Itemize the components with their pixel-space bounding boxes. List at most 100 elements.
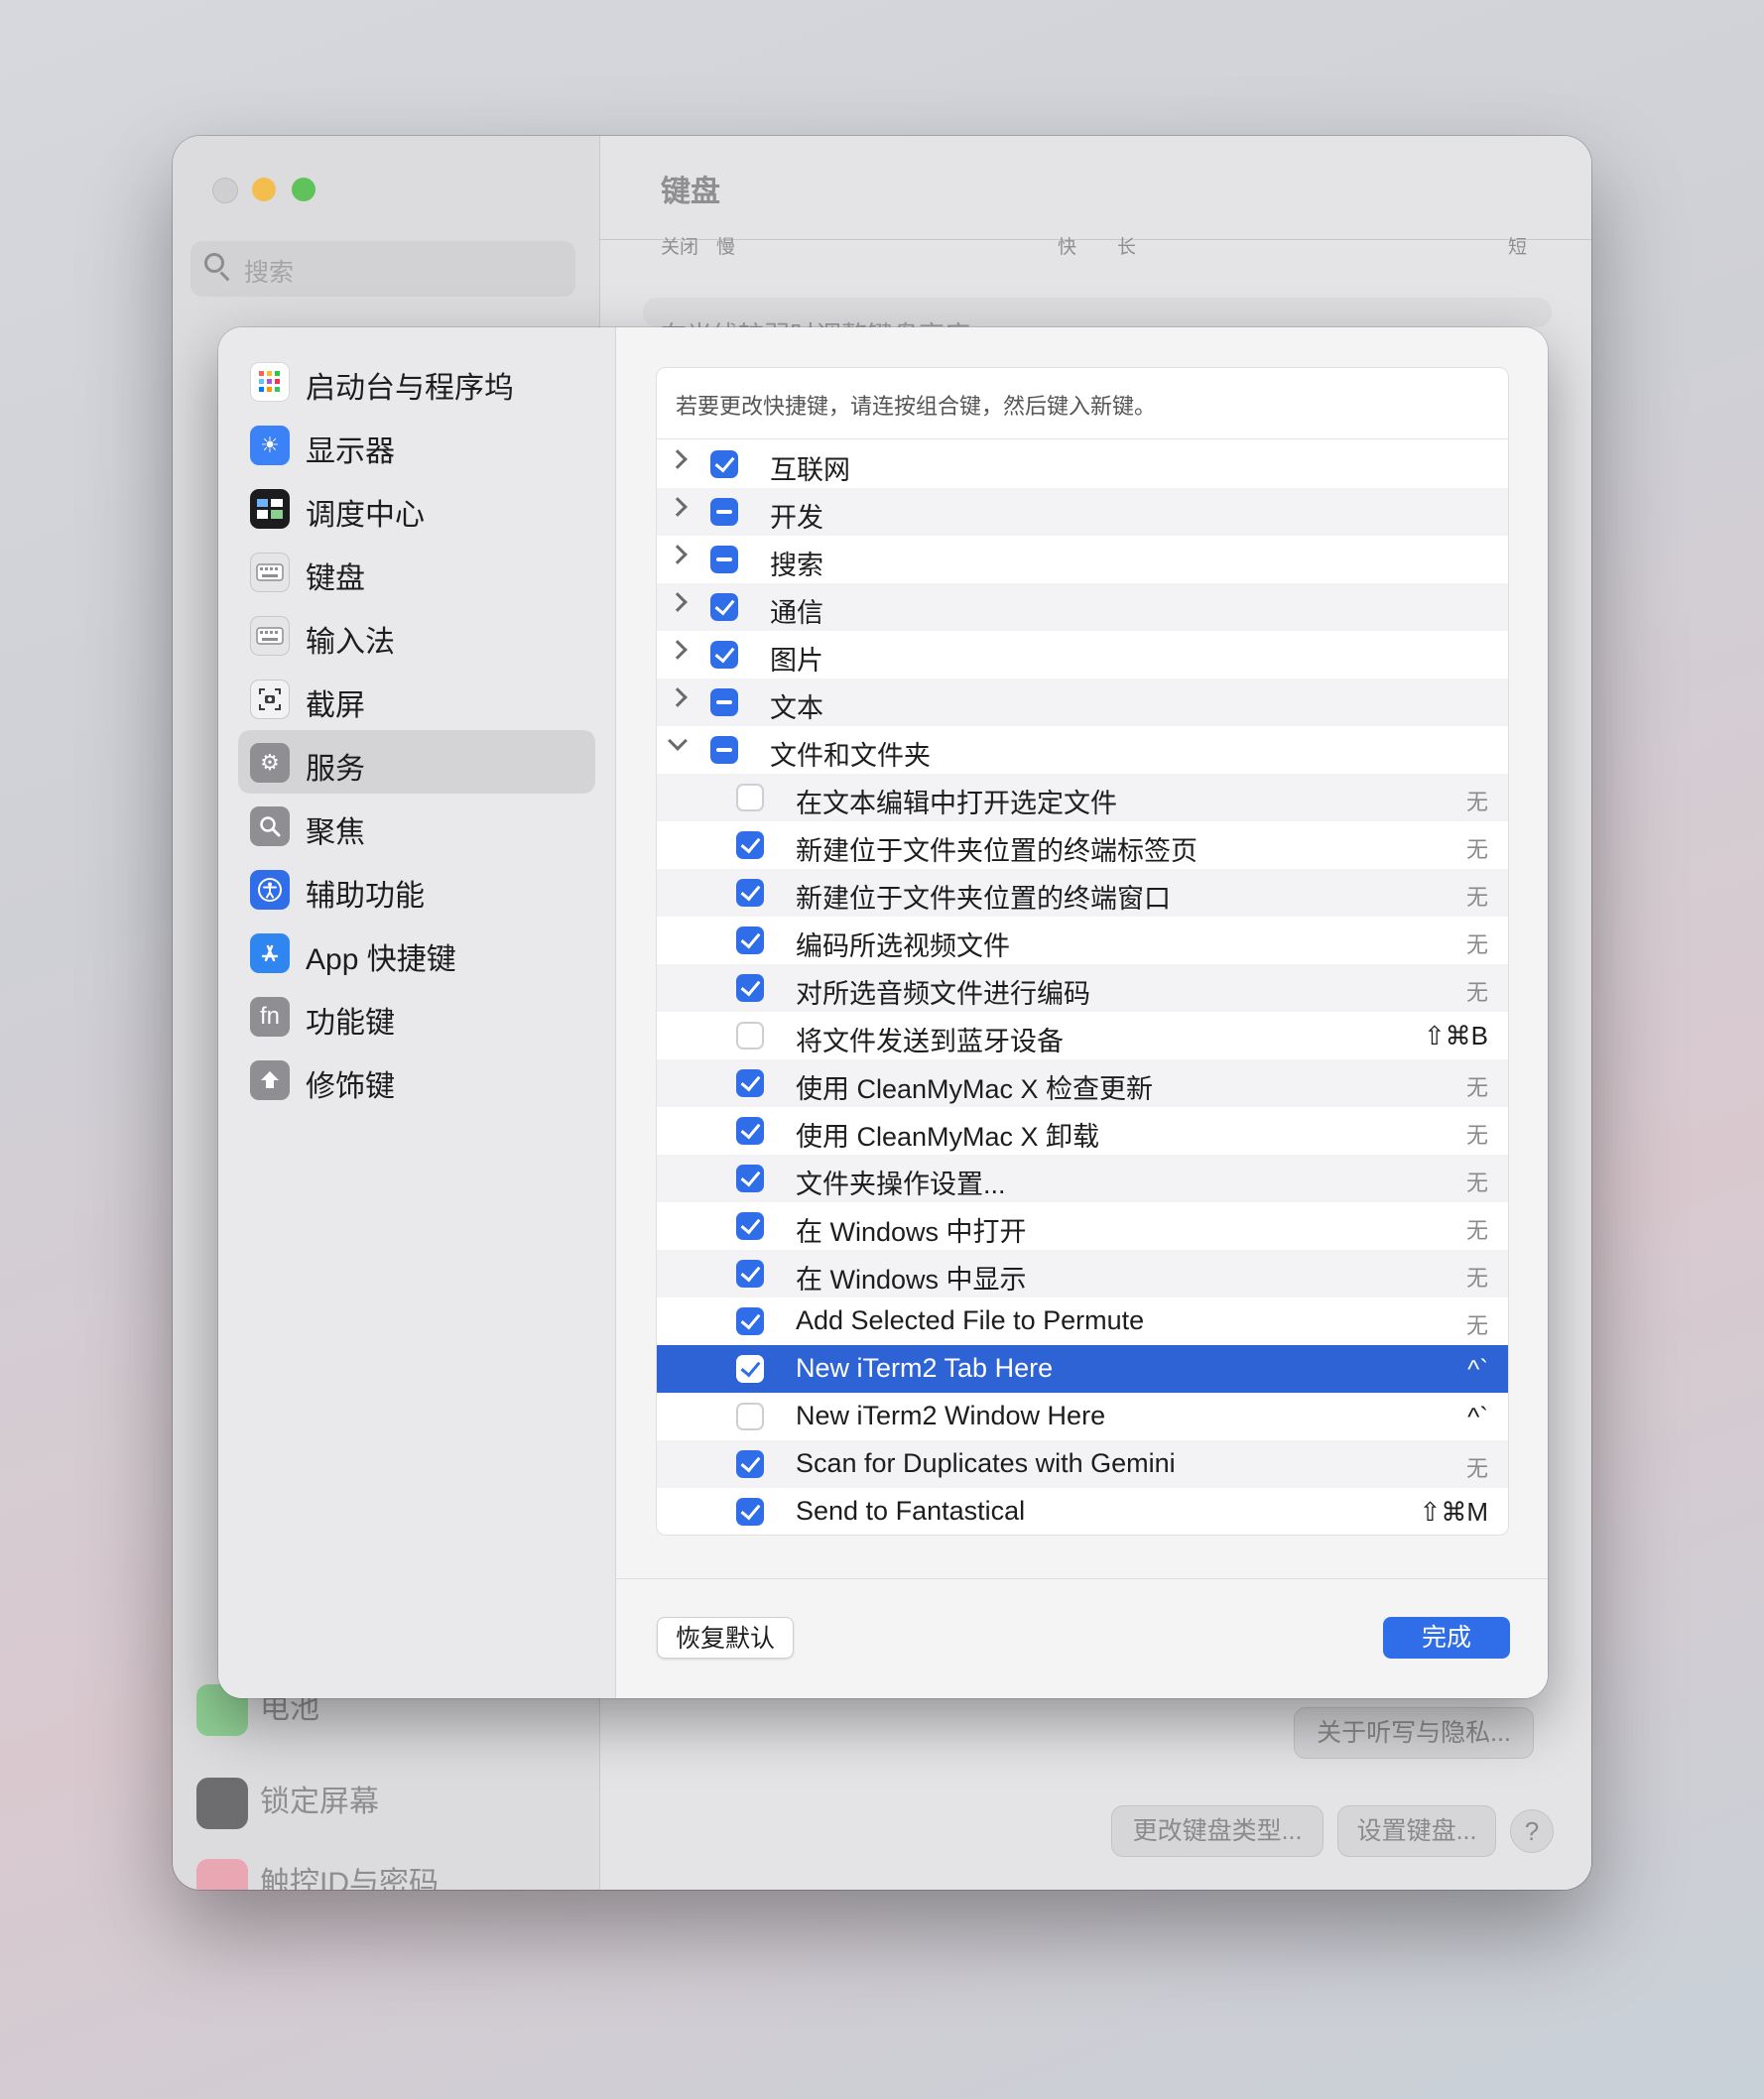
service-checkbox[interactable] xyxy=(736,1403,764,1430)
category-checkbox[interactable] xyxy=(710,641,738,669)
sidebar-item-lock-screen[interactable]: 锁定屏幕 xyxy=(196,1777,379,1830)
sidebar-item-screenshots[interactable]: 截屏 xyxy=(238,667,595,730)
service-checkbox[interactable] xyxy=(736,879,764,907)
sidebar-item-spotlight[interactable]: 聚焦 xyxy=(238,794,595,857)
service-checkbox[interactable] xyxy=(736,1165,764,1192)
category-row[interactable]: 互联网 xyxy=(657,440,1508,488)
launchpad-icon xyxy=(250,362,290,402)
service-checkbox[interactable] xyxy=(736,1450,764,1478)
service-checkbox[interactable] xyxy=(736,1022,764,1050)
shortcut-field[interactable]: ^` xyxy=(1467,1402,1488,1432)
shortcut-field[interactable]: 无 xyxy=(1466,1166,1488,1197)
service-row-selected[interactable]: New iTerm2 Tab Here ^` xyxy=(657,1345,1508,1393)
close-button[interactable] xyxy=(212,178,238,203)
lock-icon xyxy=(196,1778,248,1830)
help-button[interactable]: ? xyxy=(1510,1809,1554,1853)
service-row[interactable]: Send to Fantastical ⇧⌘M xyxy=(657,1488,1508,1536)
shortcut-field[interactable]: 无 xyxy=(1466,1261,1488,1293)
service-row[interactable]: 编码所选视频文件 无 xyxy=(657,917,1508,964)
category-row[interactable]: 文本 xyxy=(657,679,1508,726)
app-store-icon xyxy=(250,933,290,973)
service-checkbox[interactable] xyxy=(736,1212,764,1240)
sidebar-item-function-keys[interactable]: fn 功能键 xyxy=(238,984,595,1048)
service-row[interactable]: 将文件发送到蓝牙设备 ⇧⌘B xyxy=(657,1012,1508,1059)
service-row[interactable]: 在 Windows 中打开 无 xyxy=(657,1202,1508,1250)
zoom-button[interactable] xyxy=(292,178,315,201)
service-row[interactable]: 新建位于文件夹位置的终端标签页 无 xyxy=(657,821,1508,869)
shortcut-field[interactable]: 无 xyxy=(1466,785,1488,816)
category-row[interactable]: 搜索 xyxy=(657,536,1508,583)
screenshot-icon xyxy=(250,679,290,719)
minimize-button[interactable] xyxy=(252,178,276,201)
chevron-right-icon[interactable] xyxy=(668,449,688,469)
chevron-right-icon[interactable] xyxy=(668,497,688,517)
sidebar-item-mission-control[interactable]: 调度中心 xyxy=(238,476,595,540)
sidebar-item-input-sources[interactable]: 输入法 xyxy=(238,603,595,667)
service-row[interactable]: 使用 CleanMyMac X 检查更新 无 xyxy=(657,1059,1508,1107)
service-checkbox[interactable] xyxy=(736,784,764,811)
service-row[interactable]: 新建位于文件夹位置的终端窗口 无 xyxy=(657,869,1508,917)
shortcut-field[interactable]: 无 xyxy=(1466,1451,1488,1483)
set-up-keyboard-button[interactable]: 设置键盘... xyxy=(1337,1805,1496,1857)
service-checkbox[interactable] xyxy=(736,1069,764,1097)
service-row[interactable]: 在文本编辑中打开选定文件 无 xyxy=(657,774,1508,821)
sidebar-item-accessibility[interactable]: 辅助功能 xyxy=(238,857,595,921)
toolbar-divider xyxy=(599,239,1591,240)
sidebar-item-keyboard[interactable]: 键盘 xyxy=(238,540,595,603)
service-row[interactable]: 对所选音频文件进行编码 无 xyxy=(657,964,1508,1012)
service-row[interactable]: New iTerm2 Window Here ^` xyxy=(657,1393,1508,1440)
shortcut-field[interactable]: 无 xyxy=(1466,1213,1488,1245)
chevron-right-icon[interactable] xyxy=(668,687,688,707)
service-checkbox[interactable] xyxy=(736,831,764,859)
sidebar-item-displays[interactable]: ☀ 显示器 xyxy=(238,413,595,476)
shortcut-field[interactable]: ^` xyxy=(1467,1354,1488,1385)
shortcut-field[interactable]: 无 xyxy=(1466,1070,1488,1102)
sidebar-item-services[interactable]: ⚙ 服务 xyxy=(238,730,595,794)
category-checkbox[interactable] xyxy=(710,498,738,526)
shortcut-field[interactable]: 无 xyxy=(1466,927,1488,959)
sidebar-item-launchpad-dock[interactable]: 启动台与程序坞 xyxy=(238,349,595,413)
service-checkbox[interactable] xyxy=(736,1498,764,1526)
sidebar-item-modifier-keys[interactable]: 修饰键 xyxy=(238,1048,595,1111)
dictation-privacy-button[interactable]: 关于听写与隐私... xyxy=(1294,1707,1534,1759)
shortcut-field[interactable]: ⇧⌘M xyxy=(1420,1497,1488,1528)
shortcut-field[interactable]: ⇧⌘B xyxy=(1424,1021,1488,1051)
search-field[interactable]: 搜索 xyxy=(190,241,575,297)
service-row[interactable]: 在 Windows 中显示 无 xyxy=(657,1250,1508,1297)
chevron-right-icon[interactable] xyxy=(668,592,688,612)
service-checkbox[interactable] xyxy=(736,1117,764,1145)
done-button[interactable]: 完成 xyxy=(1383,1617,1510,1659)
sidebar-item-touch-id[interactable]: 触控ID与密码 xyxy=(196,1858,439,1890)
service-checkbox[interactable] xyxy=(736,926,764,954)
category-checkbox[interactable] xyxy=(710,688,738,716)
shortcut-field[interactable]: 无 xyxy=(1466,832,1488,864)
shortcut-field[interactable]: 无 xyxy=(1466,1118,1488,1150)
category-checkbox[interactable] xyxy=(710,593,738,621)
shortcut-field[interactable]: 无 xyxy=(1466,880,1488,912)
category-row[interactable]: 文件和文件夹 xyxy=(657,726,1508,774)
service-checkbox[interactable] xyxy=(736,1307,764,1335)
category-checkbox[interactable] xyxy=(710,736,738,764)
category-checkbox[interactable] xyxy=(710,546,738,573)
service-row[interactable]: Scan for Duplicates with Gemini 无 xyxy=(657,1440,1508,1488)
category-row[interactable]: 开发 xyxy=(657,488,1508,536)
service-checkbox[interactable] xyxy=(736,974,764,1002)
chevron-right-icon[interactable] xyxy=(668,545,688,564)
service-checkbox[interactable] xyxy=(736,1355,764,1383)
restore-defaults-button[interactable]: 恢复默认 xyxy=(657,1617,794,1659)
category-checkbox[interactable] xyxy=(710,450,738,478)
shortcut-field[interactable]: 无 xyxy=(1466,975,1488,1007)
service-row[interactable]: 文件夹操作设置... 无 xyxy=(657,1155,1508,1202)
modifier-key-icon xyxy=(250,1060,290,1100)
sidebar-item-app-shortcuts[interactable]: App 快捷键 xyxy=(238,921,595,984)
chevron-down-icon[interactable] xyxy=(668,731,688,751)
category-row[interactable]: 图片 xyxy=(657,631,1508,679)
category-row[interactable]: 通信 xyxy=(657,583,1508,631)
service-checkbox[interactable] xyxy=(736,1260,764,1288)
chevron-right-icon[interactable] xyxy=(668,640,688,660)
change-keyboard-type-button[interactable]: 更改键盘类型... xyxy=(1111,1805,1323,1857)
service-row[interactable]: Add Selected File to Permute 无 xyxy=(657,1297,1508,1345)
service-row[interactable]: 使用 CleanMyMac X 卸载 无 xyxy=(657,1107,1508,1155)
hint-divider xyxy=(657,438,1508,439)
shortcut-field[interactable]: 无 xyxy=(1466,1308,1488,1340)
